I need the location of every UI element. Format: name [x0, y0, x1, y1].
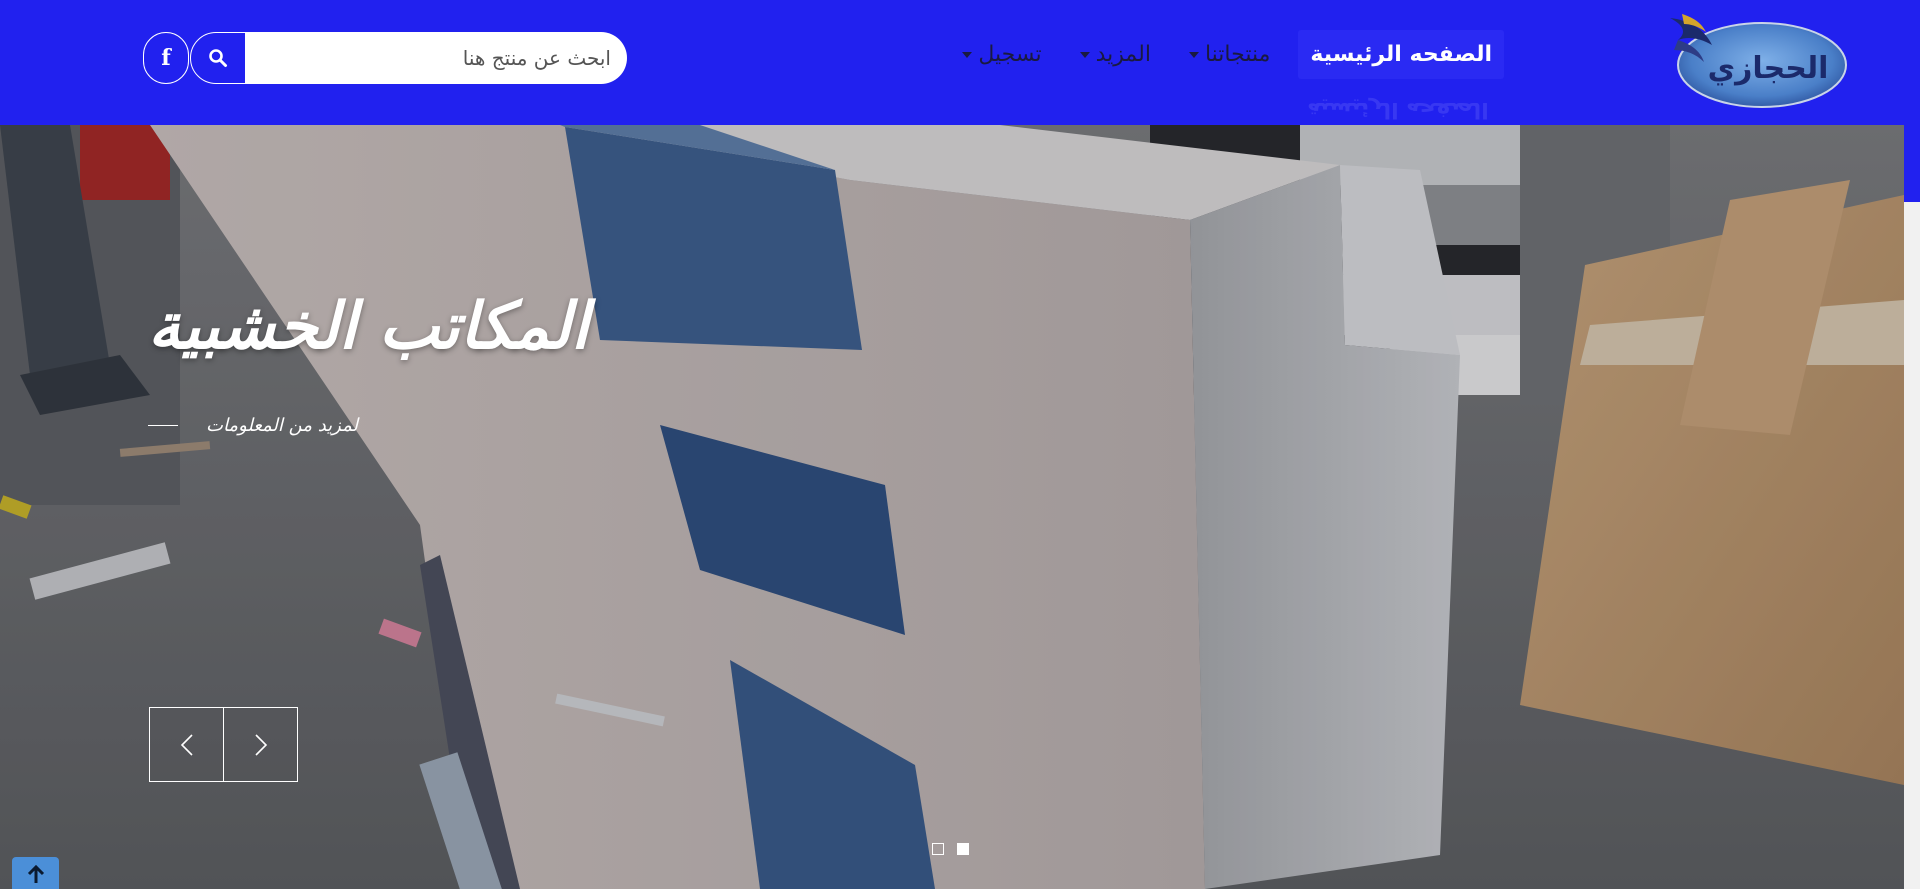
caret-down-icon: [1079, 51, 1090, 58]
caret-down-icon: [962, 51, 973, 58]
arrow-up-icon: [27, 864, 44, 883]
logo-text: الحجازي: [1708, 51, 1829, 86]
chevron-right-icon: [254, 733, 267, 756]
chevron-left-icon: [180, 733, 193, 756]
nav-item-1[interactable]: الصفحه الرئيسية: [1298, 30, 1504, 79]
search-button[interactable]: [190, 32, 246, 84]
caret-down-icon: [1188, 51, 1199, 58]
more-info-text: لمزيد من المعلومات: [206, 415, 358, 436]
search-bar: [190, 32, 627, 84]
next-slide-button[interactable]: [223, 707, 298, 782]
hero-slider: المكاتب الخشبية لمزيد من المعلومات: [0, 125, 1904, 889]
nav-item-label: الصفحه الرئيسية: [1310, 42, 1492, 67]
prev-slide-button[interactable]: [149, 707, 224, 782]
more-info-line: [148, 424, 178, 427]
more-info-link[interactable]: لمزيد من المعلومات: [148, 415, 358, 436]
scrollbar-thumb[interactable]: [1904, 0, 1920, 202]
nav-item-label: تسجيل: [978, 42, 1042, 67]
facebook-icon: f: [161, 45, 171, 71]
search-icon: [209, 49, 227, 67]
back-to-top-button[interactable]: [12, 857, 59, 889]
nav-item-label: منتجاتنا: [1204, 42, 1271, 67]
nav-item-4[interactable]: تسجيل: [952, 30, 1051, 79]
main-nav: الصفحه الرئيسية منتجاتنا المزيد تسجيل: [952, 27, 1504, 82]
hero-title: المكاتب الخشبية: [148, 290, 589, 364]
nav-item-2[interactable]: منتجاتنا: [1179, 30, 1280, 79]
nav-item-label: المزيد: [1095, 42, 1151, 67]
slide-indicators: [932, 843, 969, 855]
facebook-button[interactable]: f: [143, 32, 189, 84]
slide-dot-2[interactable]: [957, 843, 969, 855]
bird-logo-icon: الحجازي: [1670, 14, 1847, 108]
nav-reflection: الصفحه الرئيسية: [1307, 97, 1489, 122]
slide-dot-1[interactable]: [932, 843, 944, 855]
site-logo[interactable]: الحجازي: [1660, 10, 1855, 110]
top-navbar: الحجازي الصفحه الرئيسية منتجاتنا المزيد تسج…: [0, 0, 1904, 125]
nav-item-3[interactable]: المزيد: [1070, 30, 1161, 79]
search-input[interactable]: [246, 32, 627, 84]
